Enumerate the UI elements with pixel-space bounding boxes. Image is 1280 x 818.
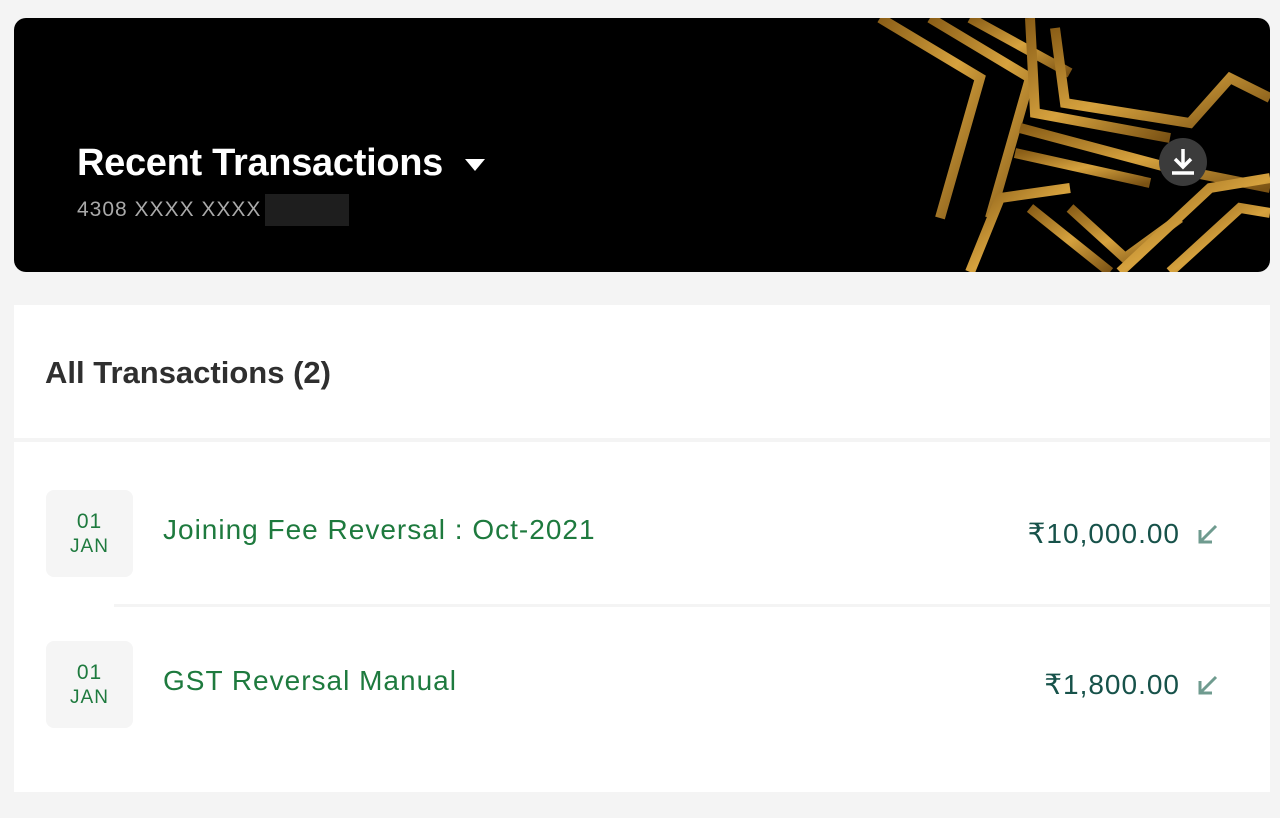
transaction-amount: ₹10,000.00 (1027, 518, 1180, 549)
download-icon (1172, 149, 1194, 175)
page-title: Recent Transactions (77, 142, 443, 184)
download-button[interactable] (1159, 138, 1207, 186)
transaction-amount-group: ₹10,000.00 (1028, 516, 1220, 552)
transaction-description[interactable]: GST Reversal Manual (163, 663, 457, 699)
transaction-amount: ₹1,800.00 (1044, 669, 1180, 700)
date-badge: 01 JAN (46, 490, 133, 577)
arrow-down-left-icon (1198, 524, 1218, 544)
heading-divider (14, 438, 1270, 442)
date-month: JAN (70, 686, 109, 708)
account-selector[interactable]: Recent Transactions (77, 140, 485, 186)
date-month: JAN (70, 535, 109, 557)
date-badge: 01 JAN (46, 641, 133, 728)
card-number: 4308 XXXX XXXX (77, 198, 262, 221)
transactions-heading: All Transactions (2) (45, 355, 331, 390)
arrow-down-left-icon (1198, 675, 1218, 695)
transaction-amount-group: ₹1,800.00 (1044, 667, 1220, 703)
transactions-panel: All Transactions (2) 01 JAN Joining Fee … (14, 305, 1270, 792)
transaction-description[interactable]: Joining Fee Reversal : Oct-2021 (163, 512, 596, 548)
gold-ornament-decoration (877, 18, 1270, 272)
transaction-row[interactable]: 01 JAN Joining Fee Reversal : Oct-2021 ₹… (14, 445, 1270, 595)
card-number-mask (265, 194, 350, 226)
date-day: 01 (76, 509, 103, 533)
card-number-row: 4308 XXXX XXXX (77, 194, 350, 226)
card-header: Recent Transactions 4308 XXXX XXXX (14, 18, 1270, 272)
transaction-row[interactable]: 01 JAN GST Reversal Manual ₹1,800.00 (14, 596, 1270, 746)
date-day: 01 (76, 660, 103, 684)
caret-down-icon[interactable] (465, 159, 485, 171)
